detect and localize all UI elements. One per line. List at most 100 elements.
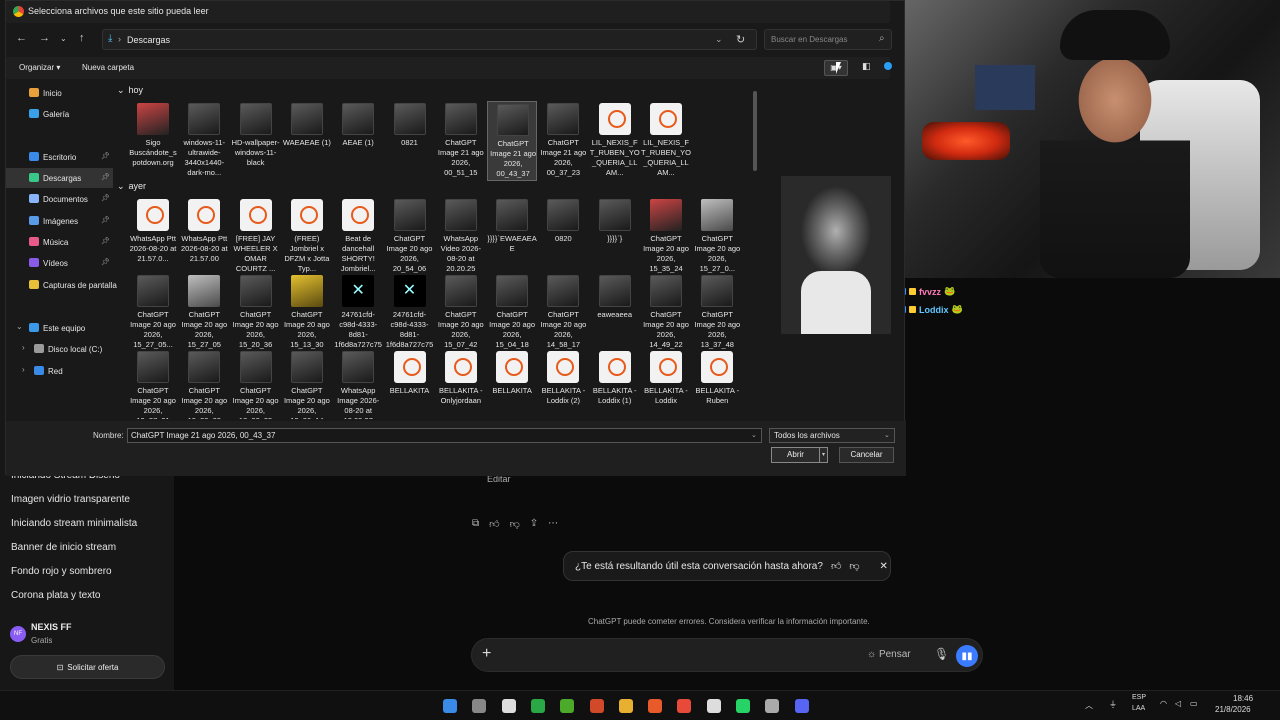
plus-icon[interactable]: + xyxy=(482,645,491,663)
history-item[interactable]: Banner de inicio stream xyxy=(11,542,116,553)
file-item[interactable]: ✕24761cfd-c98d-4333-8d81-1f6d8a727c75-f.… xyxy=(333,273,383,353)
file-item[interactable]: BELLAKITA - Loddix xyxy=(641,349,691,419)
file-item[interactable]: ChatGPT Image 20 ago 2026, 13_26_14 xyxy=(282,349,332,419)
up-icon[interactable]: ↑ xyxy=(79,32,85,44)
address-bar[interactable]: ⤓ › Descargas ⌄ ↻ xyxy=(102,29,757,50)
volume-icon[interactable]: ◁ xyxy=(1175,699,1181,708)
user-profile[interactable]: NF NEXIS FF Gratis xyxy=(8,622,168,656)
file-item[interactable]: (FREE) Jombriel x DFZM x Jotta Typ... xyxy=(282,197,332,277)
taskbar-app-icon[interactable] xyxy=(472,699,487,713)
file-item[interactable]: BELLAKITA - Loddix (1) xyxy=(590,349,640,419)
file-item[interactable]: LIL_NEXIS_FT_RUBEN_YO_QUERIA_LLAM... xyxy=(590,101,640,181)
file-item[interactable]: ChatGPT Image 20 ago 2026, 15_27_05... xyxy=(128,273,178,353)
taskbar-app-icon[interactable] xyxy=(736,699,750,713)
file-item[interactable]: [FREE] JAY WHEELER X OMAR COURTZ ... xyxy=(231,197,281,277)
history-item[interactable]: Corona plata y texto xyxy=(11,590,101,601)
open-options-chevron-icon[interactable]: ▾ xyxy=(819,447,828,463)
collapsed-chevron-icon[interactable]: › xyxy=(22,365,25,374)
file-item[interactable]: Beat de dancehall SHORTY! Jombriel... xyxy=(333,197,383,277)
cancel-button[interactable]: Cancelar xyxy=(839,447,894,463)
expanded-chevron-icon[interactable]: ⌄ xyxy=(16,322,23,331)
taskbar-app-icon[interactable] xyxy=(560,699,575,713)
file-item[interactable]: ChatGPT Image 20 ago 2026, 15_27_0... xyxy=(692,197,742,277)
history-item[interactable]: Iniciando stream minimalista xyxy=(11,518,137,529)
file-item[interactable]: ChatGPT Image 21 ago 2026, 00_37_23 xyxy=(538,101,588,181)
file-item[interactable]: WhatsApp Ptt 2026-08-20 at 21.57.0... xyxy=(128,197,178,277)
file-item[interactable]: ✕24761cfd-c98d-4333-8d81-1f6d8a727c75-f.… xyxy=(385,273,435,353)
battery-icon[interactable]: ▭ xyxy=(1190,699,1198,708)
collapsed-chevron-icon[interactable]: › xyxy=(22,343,25,352)
copy-icon[interactable]: ⧉ xyxy=(472,518,479,530)
nav-item[interactable]: Vídeos 📌︎ xyxy=(6,253,113,273)
history-item[interactable]: Fondo rojo y sombrero xyxy=(11,566,112,577)
composer[interactable]: + ☼ Pensar 🎙︎ ▮▮ xyxy=(471,638,983,672)
file-name-field[interactable]: ChatGPT Image 21 ago 2026, 00_43_37 xyxy=(127,428,762,443)
group-header[interactable]: ⌄ ayer xyxy=(117,181,146,192)
file-item[interactable]: Sigo Buscándote_spotdown.org xyxy=(128,101,178,181)
back-icon[interactable]: ← xyxy=(16,32,27,44)
usb-icon[interactable]: ⏚ xyxy=(1109,699,1117,710)
nav-item[interactable]: › Disco local (C:) xyxy=(6,339,113,359)
open-button[interactable]: Abrir xyxy=(771,447,820,463)
nav-item[interactable]: Documentos 📌︎ xyxy=(6,189,113,209)
more-icon[interactable]: ⋯ xyxy=(548,518,558,530)
nav-item[interactable]: Inicio xyxy=(6,83,113,103)
share-icon[interactable]: ⇪ xyxy=(530,518,538,530)
thumbs-up-icon[interactable]: 👍︎ xyxy=(831,560,841,572)
file-item[interactable]: ChatGPT Image 20 ago 2026, 14_49_22 xyxy=(641,273,691,353)
new-folder-button[interactable]: Nueva carpeta xyxy=(82,63,134,72)
input-language[interactable]: ESP xyxy=(1132,694,1146,701)
file-item[interactable]: BELLAKITA xyxy=(385,349,435,419)
file-item[interactable]: ChatGPT Image 20 ago 2026, 13_37_48 xyxy=(692,273,742,353)
file-type-select[interactable]: Todos los archivos xyxy=(769,428,895,443)
file-item[interactable]: ChatGPT Image 20 ago 2026, 14_58_17 xyxy=(538,273,588,353)
file-item[interactable]: HD-wallpaper-windows-11-black xyxy=(231,101,281,181)
group-header[interactable]: ⌄ hoy xyxy=(117,85,143,96)
nav-item[interactable]: Escritorio 📌︎ xyxy=(6,147,113,167)
taskbar-app-icon[interactable] xyxy=(794,699,809,713)
file-item[interactable]: ChatGPT Image 20 ago 2026, 13_37_21 xyxy=(128,349,178,419)
file-item[interactable]: ChatGPT Image 20 ago 2026, 15_13_30 xyxy=(282,273,332,353)
taskbar-app-icon[interactable] xyxy=(677,699,692,713)
file-item[interactable]: BELLAKITA xyxy=(487,349,537,419)
nav-item[interactable]: Imágenes 📌︎ xyxy=(6,211,113,231)
nav-item[interactable]: › Red xyxy=(6,361,113,381)
file-item[interactable]: 0820 xyxy=(538,197,588,277)
file-item[interactable]: AEAE (1) xyxy=(333,101,383,181)
refresh-icon[interactable]: ↻ xyxy=(736,33,745,46)
search-input[interactable]: Buscar en Descargas ⌕ xyxy=(764,29,892,50)
file-item[interactable]: ChatGPT Image 21 ago 2026, 00_43_37 xyxy=(487,101,538,181)
file-item[interactable]: windows-11-ultrawide-3440x1440-dark-mo..… xyxy=(179,101,229,181)
chevron-down-icon[interactable]: ⌄ xyxy=(117,181,125,192)
wifi-icon[interactable]: ◠ xyxy=(1160,699,1167,708)
breadcrumb[interactable]: Descargas xyxy=(127,35,170,45)
taskbar-app-icon[interactable] xyxy=(765,699,780,713)
file-item[interactable]: ChatGPT Image 20 ago 2026, 15_20_36 xyxy=(231,273,281,353)
chevron-down-icon[interactable]: ⌄ xyxy=(715,34,723,45)
organize-button[interactable]: Organizar ▾ xyxy=(19,63,60,72)
file-item[interactable]: WhatsApp Ptt 2026-08-20 at 21.57.00 xyxy=(179,197,229,277)
microphone-icon[interactable]: 🎙︎ xyxy=(934,647,949,661)
clock-date[interactable]: 21/8/2026 xyxy=(1215,705,1251,714)
voice-mode-button[interactable]: ▮▮ xyxy=(956,645,978,667)
file-item[interactable]: ChatGPT Image 20 ago 2026, 15_04_18 xyxy=(487,273,537,353)
taskbar-app-icon[interactable] xyxy=(648,699,663,713)
input-layout[interactable]: LAA xyxy=(1132,705,1145,712)
thumbs-up-icon[interactable]: 👍︎ xyxy=(489,518,499,530)
start-icon[interactable] xyxy=(443,699,457,713)
taskbar-app-icon[interactable] xyxy=(589,699,604,713)
file-item[interactable]: BELLAKITA - Loddix (2) xyxy=(538,349,588,419)
file-item[interactable]: }}}}`} xyxy=(590,197,640,277)
file-item[interactable]: ChatGPT Image 20 ago 2026, 15_27_05 xyxy=(179,273,229,353)
clock-time[interactable]: 18:46 xyxy=(1233,694,1253,703)
chevron-down-icon[interactable]: ⌄ xyxy=(117,85,125,96)
think-button[interactable]: ☼ Pensar xyxy=(867,649,911,660)
offer-button[interactable]: ⊡ Solicitar oferta xyxy=(10,655,165,679)
file-item[interactable]: BELLAKITA - Onlyjordaan xyxy=(436,349,486,419)
nav-item[interactable]: Descargas 📌︎ xyxy=(6,168,113,188)
nav-item[interactable]: Música 📌︎ xyxy=(6,232,113,252)
file-item[interactable]: ChatGPT Image 20 ago 2026, 15_35_24 xyxy=(641,197,691,277)
nav-item[interactable]: Capturas de pantalla xyxy=(6,275,117,295)
file-item[interactable]: ChatGPT Image 20 ago 2026, 13_33_25 xyxy=(231,349,281,419)
taskbar-app-icon[interactable] xyxy=(706,699,721,713)
